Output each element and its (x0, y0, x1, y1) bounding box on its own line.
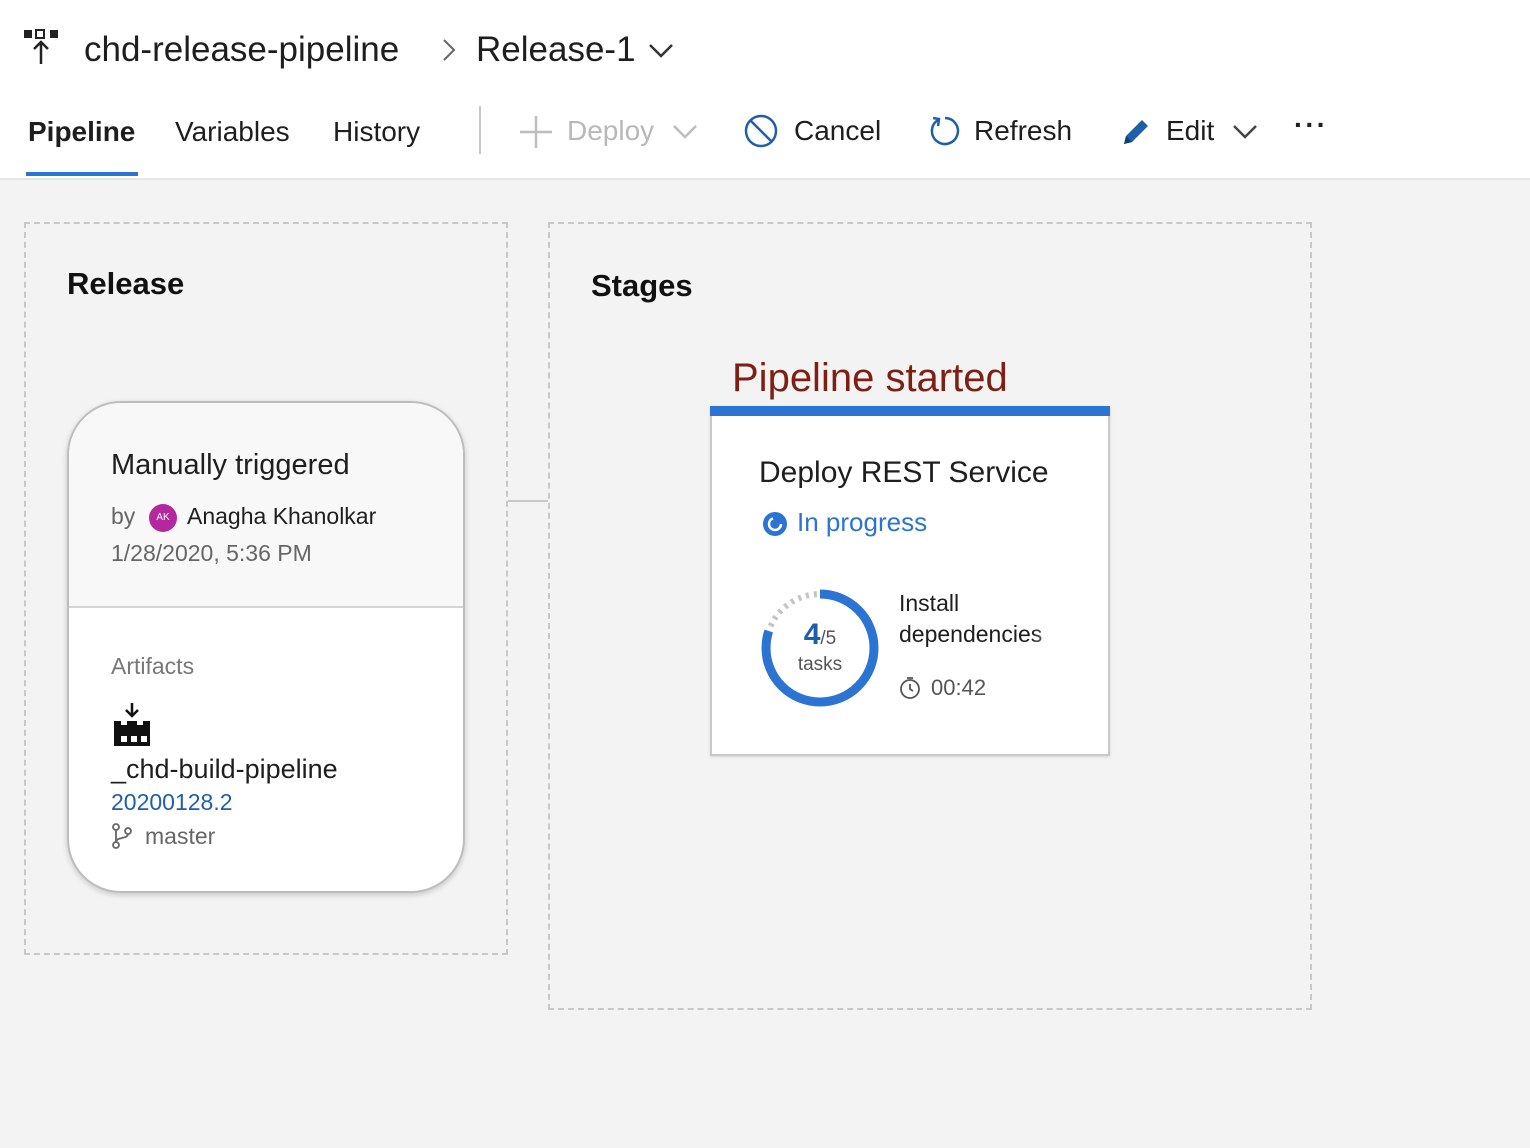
build-artifact-icon (114, 703, 150, 746)
deploy-label: Deploy (567, 115, 655, 146)
branch-name: master (145, 823, 216, 849)
stage-status-bar (710, 406, 1110, 416)
breadcrumb-pipeline-name[interactable]: chd-release-pipeline (84, 28, 399, 72)
in-progress-icon (763, 512, 787, 536)
cancel-button[interactable]: Cancel (744, 110, 884, 152)
cancel-label: Cancel (794, 115, 882, 146)
timer-icon (900, 677, 920, 699)
release-to-stage-connector (508, 500, 548, 502)
pipeline-started-annotation: Pipeline started (732, 356, 1008, 400)
elapsed-time: 00:42 (931, 675, 987, 700)
tasks-done: 4 (803, 618, 821, 651)
tab-variables[interactable]: Variables (175, 112, 290, 152)
release-date: 1/28/2020, 5:36 PM (111, 540, 312, 566)
stage-name: Deploy REST Service (759, 456, 1049, 489)
user-name: Anagha Khanolkar (187, 503, 377, 529)
tab-pipeline[interactable]: Pipeline (28, 112, 135, 152)
more-actions-button[interactable]: ··· (1294, 109, 1334, 152)
refresh-button[interactable]: Refresh (928, 110, 1078, 152)
active-tab-indicator (26, 172, 138, 176)
chevron-down-icon[interactable] (648, 40, 674, 60)
edit-button[interactable]: Edit (1120, 110, 1260, 152)
chevron-down-icon (673, 125, 697, 139)
release-panel-title: Release (67, 266, 185, 301)
branch-icon (112, 823, 132, 849)
artifact-name: _chd-build-pipeline (111, 754, 338, 784)
tasks-total: /5 (820, 628, 837, 649)
top-bar: chd-release-pipeline Release-1 Pipeline … (0, 0, 1530, 180)
task-count: 4/5 (758, 618, 882, 652)
pencil-icon (1124, 120, 1148, 144)
release-card[interactable]: Manually triggered by AK Anagha Khanolka… (67, 401, 465, 893)
by-label: by (111, 503, 136, 529)
release-pipeline-icon (24, 29, 58, 64)
tasks-label: tasks (797, 654, 843, 675)
edit-label: Edit (1166, 115, 1215, 146)
cancel-icon (744, 114, 778, 148)
refresh-icon (930, 116, 960, 146)
breadcrumb-separator-icon (443, 39, 456, 61)
stages-panel-title: Stages (591, 268, 693, 303)
stage-card[interactable]: Deploy REST Service In progress 4/5 task… (710, 406, 1110, 756)
stage-status: In progress (797, 507, 928, 537)
breadcrumb-release-name[interactable]: Release-1 (476, 28, 636, 72)
chevron-down-icon (1233, 125, 1257, 139)
tab-history[interactable]: History (333, 112, 420, 152)
avatar: AK (149, 504, 177, 532)
toolbar-divider (479, 106, 481, 154)
artifact-version-link[interactable]: 20200128.2 (111, 789, 233, 816)
plus-icon (520, 116, 552, 148)
trigger-text: Manually triggered (111, 449, 350, 481)
deploy-button[interactable]: Deploy (518, 110, 698, 152)
text-fade (1032, 618, 1072, 652)
artifacts-label: Artifacts (111, 653, 195, 679)
refresh-label: Refresh (974, 115, 1073, 146)
more-icon: ··· (1294, 109, 1328, 140)
